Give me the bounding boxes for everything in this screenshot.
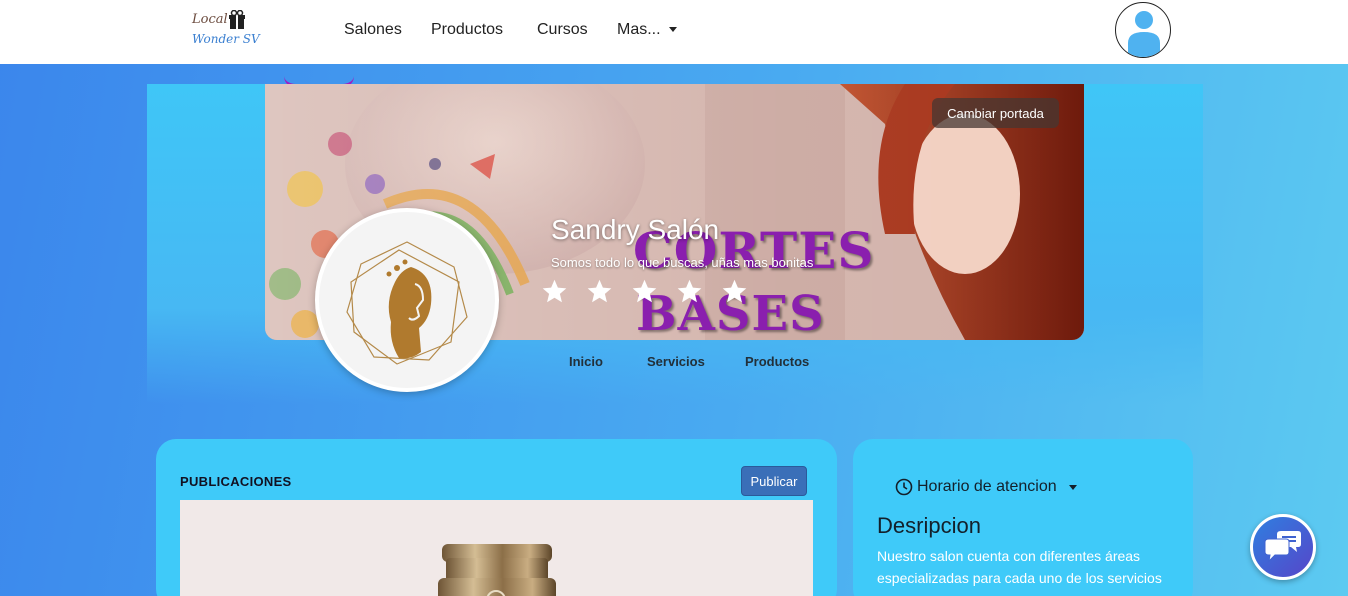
brand-line2: Wonder SV	[192, 32, 260, 46]
navbar: Local Wonder SV Salones Productos Cursos…	[0, 0, 1348, 64]
change-cover-button[interactable]: Cambiar portada	[932, 98, 1059, 128]
product-jar-image	[438, 544, 556, 596]
chat-button[interactable]	[1250, 514, 1316, 580]
hours-label: Horario de atencion	[917, 478, 1057, 495]
salon-tagline: Somos todo lo que buscas, uñas mas bonit…	[551, 255, 814, 270]
chevron-down-icon	[668, 27, 677, 33]
star-icon[interactable]	[541, 278, 568, 305]
star-icon[interactable]	[721, 278, 748, 305]
chevron-down-icon	[1068, 484, 1077, 490]
publication-image[interactable]	[180, 500, 813, 596]
description-text: Nuestro salon cuenta con diferentes área…	[877, 548, 1162, 586]
chat-bubbles-icon	[1264, 531, 1301, 563]
salon-profile-picture[interactable]	[315, 208, 499, 392]
rating-stars	[541, 278, 748, 308]
tab-productos[interactable]: Productos	[745, 354, 809, 369]
brand-logo[interactable]: Local Wonder SV	[192, 10, 272, 50]
description-title: Desripcion	[877, 513, 981, 538]
hours-dropdown[interactable]: Horario de atencion	[895, 478, 1077, 496]
nav-salones[interactable]: Salones	[344, 21, 402, 39]
clock-icon	[895, 478, 913, 496]
nav-cursos[interactable]: Cursos	[537, 21, 588, 39]
gift-icon	[229, 10, 245, 29]
brand-line1: Local	[192, 12, 228, 27]
publications-title: PUBLICACIONES	[180, 474, 292, 489]
star-icon[interactable]	[676, 278, 703, 305]
tab-inicio[interactable]: Inicio	[569, 354, 603, 369]
star-icon[interactable]	[586, 278, 613, 305]
nav-productos[interactable]: Productos	[431, 21, 503, 39]
tab-servicios[interactable]: Servicios	[647, 354, 705, 369]
user-avatar[interactable]	[1115, 2, 1171, 58]
salon-name: Sandry Salón	[551, 214, 720, 245]
nav-mas-label: Mas...	[617, 21, 661, 38]
publish-button[interactable]: Publicar	[741, 466, 807, 496]
salon-logo-emblem	[346, 241, 468, 365]
nav-mas-dropdown[interactable]: Mas...	[617, 21, 677, 39]
user-icon	[1128, 11, 1160, 57]
star-icon[interactable]	[631, 278, 658, 305]
